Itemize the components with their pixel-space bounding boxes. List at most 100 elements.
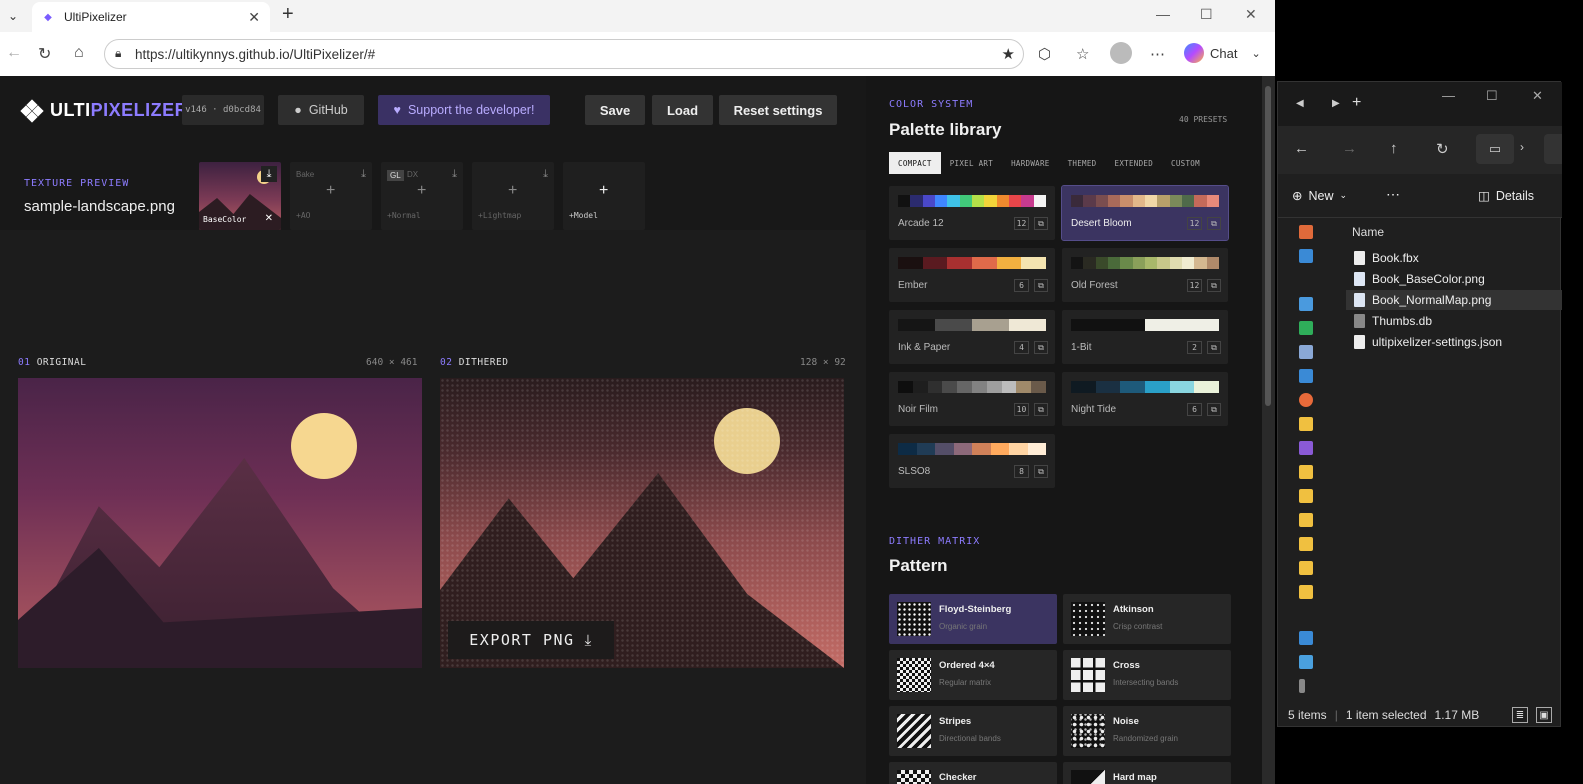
github-button[interactable]: ● GitHub — [278, 95, 364, 125]
onedrive-icon[interactable] — [1299, 631, 1313, 645]
copy-icon[interactable]: ⧉ — [1034, 279, 1048, 292]
tab-list-chevron-icon[interactable]: ⌄ — [8, 9, 18, 23]
more-menu-icon[interactable]: ⋯ — [1150, 45, 1165, 63]
tab-scroll-right-icon[interactable]: ▶ — [1332, 98, 1340, 109]
copy-icon[interactable]: ⧉ — [1034, 403, 1048, 416]
pattern-atkinson[interactable]: Atkinson Crisp contrast — [1063, 594, 1231, 644]
copy-icon[interactable]: ⧉ — [1207, 279, 1221, 292]
chevron-right-icon[interactable]: › — [1520, 140, 1524, 154]
dx-toggle[interactable]: DX — [407, 170, 418, 179]
normal-slot[interactable]: GL DX ⤓ + +Normal — [381, 162, 463, 230]
view-icon[interactable]: ▭ — [1476, 134, 1514, 164]
extensions-icon[interactable]: ⬡ — [1038, 45, 1051, 63]
pattern-noise[interactable]: Noise Randomized grain — [1063, 706, 1231, 756]
tab-scroll-left-icon[interactable]: ◀ — [1296, 98, 1304, 109]
refresh-icon[interactable]: ↻ — [1436, 140, 1449, 158]
maximize-icon[interactable]: ☐ — [1200, 6, 1213, 23]
tab-hardware[interactable]: HARDWARE — [1002, 152, 1059, 174]
palette-card[interactable]: Night Tide 6 ⧉ — [1062, 372, 1228, 426]
copy-icon[interactable]: ⧉ — [1034, 341, 1048, 354]
lock-icon[interactable]: 🔒︎ — [115, 46, 121, 61]
pattern-ordered-4x4[interactable]: Ordered 4×4 Regular matrix — [889, 650, 1057, 700]
browser-tab[interactable]: ◆ UltiPixelizer ✕ — [32, 2, 270, 32]
support-button[interactable]: ♥ Support the developer! — [378, 95, 550, 125]
close-tab-icon[interactable]: ✕ — [248, 9, 260, 26]
tab-extended[interactable]: EXTENDED — [1106, 152, 1163, 174]
ao-slot[interactable]: Bake ⤓ + +AO — [290, 162, 372, 230]
tab-custom[interactable]: CUSTOM — [1162, 152, 1209, 174]
tiles-view-icon[interactable]: ▣ — [1536, 707, 1552, 723]
address-field[interactable] — [1544, 134, 1562, 164]
folder-icon[interactable] — [1299, 585, 1313, 599]
scrollbar-thumb[interactable] — [1265, 86, 1271, 406]
file-row[interactable]: Thumbs.db — [1346, 311, 1562, 331]
pattern-checker[interactable]: Checker — [889, 762, 1057, 784]
back-icon[interactable]: ← — [1294, 140, 1309, 157]
download-icon[interactable]: ⤓ — [361, 168, 366, 181]
save-button[interactable]: Save — [585, 95, 645, 125]
reset-settings-button[interactable]: Reset settings — [719, 95, 837, 125]
close-window-icon[interactable]: ✕ — [1532, 88, 1543, 104]
tab-pixel-art[interactable]: PIXEL ART — [941, 152, 1002, 174]
name-column-header[interactable]: Name — [1352, 225, 1384, 239]
pattern-cross[interactable]: Cross Intersecting bands — [1063, 650, 1231, 700]
file-row[interactable]: ultipixelizer-settings.json — [1346, 332, 1562, 352]
download-icon[interactable]: ⤓ — [261, 166, 277, 182]
palette-card[interactable]: Ink & Paper 4 ⧉ — [889, 310, 1055, 364]
page-scrollbar[interactable] — [1262, 76, 1275, 784]
pictures-icon[interactable] — [1299, 369, 1313, 383]
gallery-icon[interactable] — [1299, 249, 1313, 263]
chevron-down-icon[interactable]: ⌄ — [1251, 47, 1260, 60]
new-button[interactable]: ⊕ New ⌄ — [1292, 188, 1347, 204]
copy-icon[interactable]: ⧉ — [1034, 465, 1048, 478]
folder-icon[interactable] — [1299, 465, 1313, 479]
more-options-icon[interactable]: ⋯ — [1386, 186, 1400, 203]
pattern-floyd-steinberg[interactable]: Floyd-Steinberg Organic grain — [889, 594, 1057, 644]
palette-card[interactable]: SLSO8 8 ⧉ — [889, 434, 1055, 488]
remove-icon[interactable]: ✕ — [265, 213, 273, 224]
tab-compact[interactable]: COMPACT — [889, 152, 941, 174]
close-window-icon[interactable]: ✕ — [1245, 6, 1257, 23]
music-icon[interactable] — [1299, 393, 1313, 407]
download-icon[interactable]: ⤓ — [543, 168, 548, 181]
folder-icon[interactable] — [1299, 513, 1313, 527]
folder-icon[interactable] — [1299, 489, 1313, 503]
file-row[interactable]: Book_BaseColor.png — [1346, 269, 1562, 289]
network-icon[interactable] — [1299, 679, 1305, 693]
favorite-star-icon[interactable]: ★ — [1002, 45, 1015, 63]
folder-icon[interactable] — [1299, 561, 1313, 575]
documents-icon[interactable] — [1299, 345, 1313, 359]
palette-card[interactable]: Ember 6 ⧉ — [889, 248, 1055, 302]
lightmap-slot[interactable]: ⤓ + +Lightmap — [472, 162, 554, 230]
details-view-icon[interactable]: ≣ — [1512, 707, 1528, 723]
minimize-icon[interactable]: — — [1156, 6, 1170, 22]
basecolor-slot[interactable]: ⤓ BaseColor ✕ — [199, 162, 281, 230]
new-tab-icon[interactable]: + — [1352, 94, 1361, 112]
export-png-button[interactable]: EXPORT PNG ⤓ — [448, 621, 614, 659]
copilot-chat-button[interactable]: Chat ⌄ — [1184, 43, 1261, 63]
home-icon[interactable] — [1299, 225, 1313, 239]
palette-card[interactable]: Old Forest 12 ⧉ — [1062, 248, 1228, 302]
folder-icon[interactable] — [1299, 417, 1313, 431]
new-tab-icon[interactable]: + — [282, 3, 294, 26]
copy-icon[interactable]: ⧉ — [1207, 341, 1221, 354]
palette-card[interactable]: Arcade 12 12 ⧉ — [889, 186, 1055, 240]
home-icon[interactable]: ⌂ — [74, 44, 84, 62]
palette-card[interactable]: 1-Bit 2 ⧉ — [1062, 310, 1228, 364]
this-pc-icon[interactable] — [1299, 655, 1313, 669]
details-button[interactable]: ◫ Details — [1478, 188, 1534, 204]
palette-card[interactable]: Desert Bloom 12 ⧉ — [1061, 185, 1229, 241]
minimize-icon[interactable]: — — [1442, 88, 1455, 103]
pattern-stripes[interactable]: Stripes Directional bands — [889, 706, 1057, 756]
forward-icon[interactable]: → — [1342, 140, 1357, 157]
profile-avatar[interactable] — [1110, 42, 1132, 64]
copy-icon[interactable]: ⧉ — [1034, 217, 1048, 230]
pattern-hard-map[interactable]: Hard map — [1063, 762, 1231, 784]
copy-icon[interactable]: ⧉ — [1207, 403, 1221, 416]
palette-card[interactable]: Noir Film 10 ⧉ — [889, 372, 1055, 426]
file-row-selected[interactable]: Book_NormalMap.png — [1346, 290, 1562, 310]
videos-icon[interactable] — [1299, 441, 1313, 455]
refresh-icon[interactable]: ↻ — [38, 44, 51, 64]
gl-toggle[interactable]: GL — [387, 170, 404, 181]
tab-themed[interactable]: THEMED — [1059, 152, 1106, 174]
